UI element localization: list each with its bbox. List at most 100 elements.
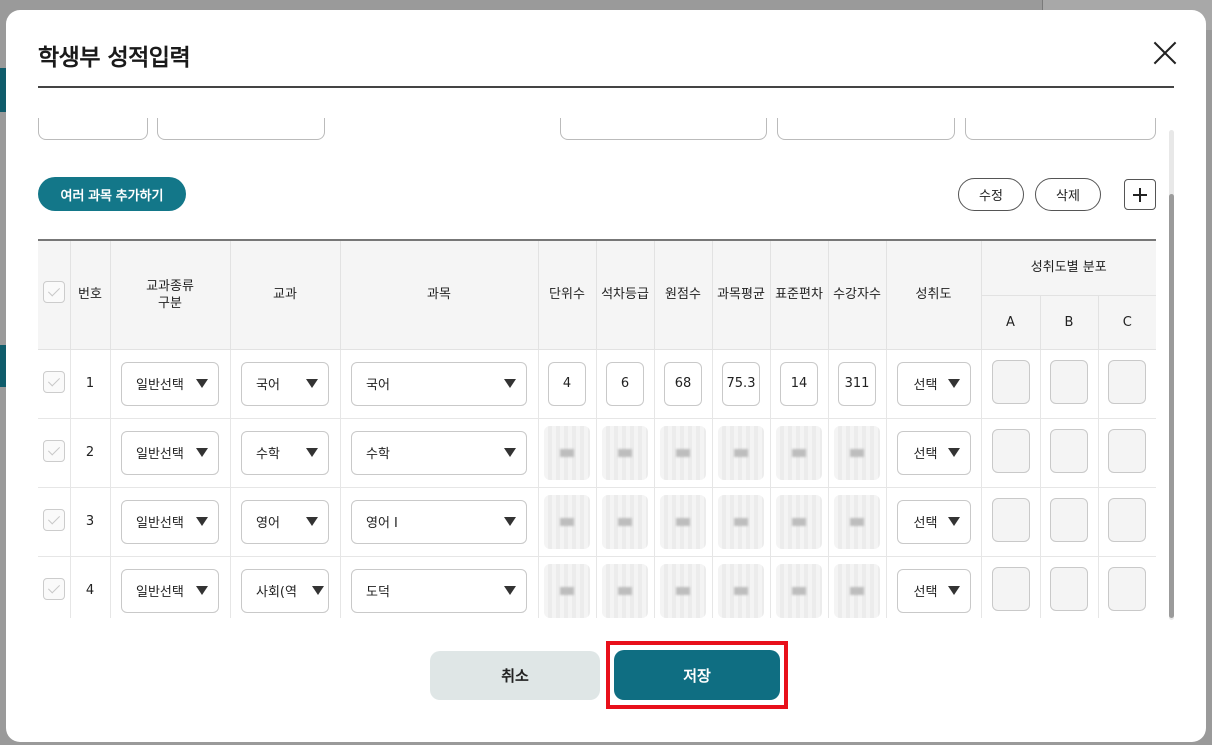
blurred-rank-grade[interactable] (602, 563, 648, 618)
add-row-plus-icon[interactable] (1124, 179, 1156, 210)
subject-select[interactable]: 영어 I (351, 499, 527, 544)
dropdown-arrow-icon (312, 586, 324, 595)
dist-c-input[interactable] (1108, 497, 1147, 542)
header-dist-b: B (1040, 295, 1099, 350)
raw-score-input[interactable]: 68 (664, 361, 702, 406)
students-input[interactable]: 311 (838, 361, 876, 406)
dropdown-arrow-icon (947, 379, 960, 388)
dropdown-arrow-icon (196, 586, 208, 595)
subject-select[interactable]: 수학 (351, 430, 527, 475)
average-input[interactable]: 75.3 (722, 361, 760, 406)
dropdown-arrow-icon (504, 379, 516, 388)
header-rank-grade: 석차등급 (596, 239, 655, 350)
std-dev-input[interactable]: 14 (780, 361, 818, 406)
header-dist-c: C (1098, 295, 1156, 350)
partial-field[interactable] (38, 118, 148, 140)
dist-c-input[interactable] (1108, 428, 1147, 473)
row-checkbox[interactable] (42, 577, 65, 600)
achievement-select[interactable]: 선택 (896, 430, 971, 475)
dist-a-input[interactable] (991, 428, 1030, 473)
achievement-select[interactable]: 선택 (896, 499, 971, 544)
blurred-average[interactable] (718, 494, 764, 549)
blurred-average[interactable] (718, 563, 764, 618)
category-select[interactable]: 일반선택 (121, 361, 219, 406)
rank-grade-input[interactable]: 6 (606, 361, 644, 406)
blurred-credits[interactable] (544, 494, 590, 549)
dropdown-arrow-icon (947, 586, 960, 595)
dropdown-arrow-icon (504, 448, 516, 457)
blurred-std-dev[interactable] (776, 425, 822, 480)
subject-group-select[interactable]: 수학 (241, 430, 329, 475)
blurred-average[interactable] (718, 425, 764, 480)
delete-button[interactable]: 삭제 (1035, 178, 1101, 211)
row-number: 2 (70, 418, 111, 488)
row-number: 4 (70, 556, 111, 618)
blurred-raw-score[interactable] (660, 563, 706, 618)
edit-button[interactable]: 수정 (958, 178, 1024, 211)
subject-group-select[interactable]: 사회(역 (241, 568, 329, 613)
dist-a-input[interactable] (991, 566, 1030, 611)
table-row: 3 일반선택 영어 영어 I 선택 (38, 487, 1156, 557)
header-select-all[interactable] (38, 239, 71, 350)
credits-input[interactable]: 4 (548, 361, 586, 406)
row-checkbox[interactable] (42, 508, 65, 531)
dist-c-input[interactable] (1108, 359, 1147, 404)
blurred-raw-score[interactable] (660, 425, 706, 480)
header-std-dev: 표준편차 (770, 239, 829, 350)
dist-b-input[interactable] (1050, 566, 1088, 611)
partial-field[interactable] (560, 118, 767, 140)
scrollbar-thumb[interactable] (1169, 194, 1174, 618)
header-students: 수강자수 (828, 239, 887, 350)
vertical-scrollbar[interactable] (1169, 130, 1174, 620)
add-multiple-subjects-button[interactable]: 여러 과목 추가하기 (38, 177, 186, 211)
dropdown-arrow-icon (196, 517, 208, 526)
dropdown-arrow-icon (306, 517, 318, 526)
blurred-raw-score[interactable] (660, 494, 706, 549)
modal-title: 학생부 성적입력 (38, 45, 191, 71)
select-all-checkbox[interactable] (42, 281, 65, 304)
dist-b-input[interactable] (1050, 497, 1088, 542)
header-dist-a: A (981, 295, 1041, 350)
blurred-students[interactable] (834, 563, 880, 618)
dist-a-input[interactable] (991, 497, 1030, 542)
header-distribution: 성취도별 분포 (981, 239, 1156, 296)
blurred-std-dev[interactable] (776, 563, 822, 618)
header-average: 과목평균 (712, 239, 771, 350)
blurred-std-dev[interactable] (776, 494, 822, 549)
subject-group-select[interactable]: 국어 (241, 361, 329, 406)
subject-group-select[interactable]: 영어 (241, 499, 329, 544)
category-select[interactable]: 일반선택 (121, 430, 219, 475)
partial-field[interactable] (157, 118, 325, 140)
blurred-credits[interactable] (544, 425, 590, 480)
achievement-select[interactable]: 선택 (896, 568, 971, 613)
blurred-students[interactable] (834, 494, 880, 549)
category-select[interactable]: 일반선택 (121, 499, 219, 544)
subject-select[interactable]: 도덕 (351, 568, 527, 613)
close-icon[interactable] (1148, 36, 1182, 70)
save-button[interactable]: 저장 (614, 650, 780, 700)
dropdown-arrow-icon (196, 448, 208, 457)
achievement-select[interactable]: 선택 (896, 361, 971, 406)
dropdown-arrow-icon (306, 379, 318, 388)
row-checkbox[interactable] (42, 370, 65, 393)
dist-b-input[interactable] (1050, 359, 1088, 404)
category-select[interactable]: 일반선택 (121, 568, 219, 613)
dropdown-arrow-icon (306, 448, 318, 457)
header-credits: 단위수 (538, 239, 597, 350)
partial-field[interactable] (965, 118, 1156, 140)
modal-scroll-area[interactable]: 여러 과목 추가하기 수정 삭제 번호 교과종류 구분 교과 과목 단위수 석차… (38, 88, 1156, 618)
blurred-credits[interactable] (544, 563, 590, 618)
blurred-students[interactable] (834, 425, 880, 480)
dropdown-arrow-icon (947, 517, 960, 526)
dist-c-input[interactable] (1108, 566, 1147, 611)
subject-select[interactable]: 국어 (351, 361, 527, 406)
dropdown-arrow-icon (947, 448, 960, 457)
partial-field[interactable] (777, 118, 955, 140)
cancel-button[interactable]: 취소 (430, 651, 600, 700)
dist-a-input[interactable] (991, 359, 1030, 404)
dist-b-input[interactable] (1050, 428, 1088, 473)
blurred-rank-grade[interactable] (602, 494, 648, 549)
row-checkbox[interactable] (42, 439, 65, 462)
blurred-rank-grade[interactable] (602, 425, 648, 480)
header-subject-group: 교과 (230, 239, 341, 350)
